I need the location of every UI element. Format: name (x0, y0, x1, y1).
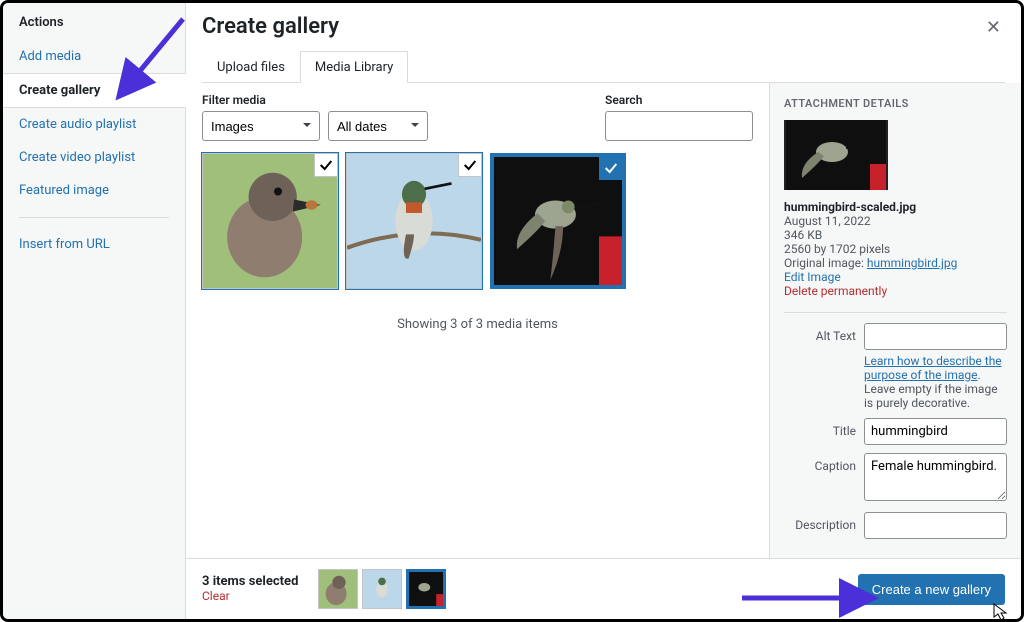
edit-image-link[interactable]: Edit Image (784, 270, 841, 284)
tabs: Upload files Media Library (202, 50, 1005, 83)
alt-text-hint-link[interactable]: Learn how to describe the purpose of the… (864, 354, 1002, 382)
title-label: Title (784, 418, 856, 438)
showing-count: Showing 3 of 3 media items (202, 317, 753, 332)
page-title: Create gallery (202, 13, 339, 42)
media-thumb-1[interactable] (202, 153, 338, 289)
create-new-gallery-button[interactable]: Create a new gallery (858, 574, 1005, 605)
sidebar-item-create-audio-playlist[interactable]: Create audio playlist (3, 108, 185, 141)
caption-label: Caption (784, 453, 856, 473)
attachment-filename: hummingbird-scaled.jpg (784, 200, 1007, 214)
search-label: Search (605, 93, 753, 107)
main-panel: Create gallery ✕ Upload files Media Libr… (186, 3, 1021, 619)
search-input[interactable] (605, 111, 753, 141)
filter-type-select[interactable]: Images (202, 111, 320, 141)
media-browser: Filter media Images All dates Search (186, 83, 769, 558)
description-input[interactable] (864, 512, 1007, 539)
filter-media-label: Filter media (202, 93, 428, 107)
description-label: Description (784, 512, 856, 532)
footer-toolbar: 3 items selected Clear Create a new gall… (186, 558, 1021, 619)
tab-upload-files[interactable]: Upload files (202, 51, 300, 83)
caption-input[interactable]: Female hummingbird. (864, 453, 1007, 501)
sidebar-item-add-media[interactable]: Add media (3, 40, 185, 73)
close-icon: ✕ (986, 17, 1001, 38)
selected-check-icon (599, 156, 623, 180)
attachment-original: Original image: hummingbird.jpg (784, 256, 1007, 270)
delete-permanently-link[interactable]: Delete permanently (784, 284, 887, 298)
media-grid (202, 153, 753, 289)
sidebar-item-insert-from-url[interactable]: Insert from URL (3, 228, 185, 261)
attachment-details: ATTACHMENT DETAILS hummingbird-scaled.jp… (769, 83, 1021, 558)
mini-thumb-3[interactable] (406, 569, 446, 609)
attachment-preview (784, 120, 888, 190)
tab-media-library[interactable]: Media Library (300, 51, 408, 83)
attachment-date: August 11, 2022 (784, 214, 1007, 228)
clear-selection-link[interactable]: Clear (202, 589, 230, 603)
selected-check-icon (314, 153, 338, 177)
selected-check-icon (458, 153, 482, 177)
sidebar-item-featured-image[interactable]: Featured image (3, 174, 185, 207)
attachment-dimensions: 2560 by 1702 pixels (784, 242, 1007, 256)
attachment-size: 346 KB (784, 228, 1007, 242)
alt-text-input[interactable] (864, 323, 1007, 350)
close-button[interactable]: ✕ (982, 13, 1005, 42)
sidebar-item-create-gallery[interactable]: Create gallery (3, 73, 186, 108)
alt-text-hint: Learn how to describe the purpose of the… (864, 354, 1007, 410)
selected-mini-thumbs (318, 569, 446, 609)
sidebar-divider (19, 217, 169, 218)
selected-count: 3 items selected (202, 574, 298, 589)
original-image-link[interactable]: hummingbird.jpg (867, 256, 957, 270)
title-input[interactable] (864, 418, 1007, 445)
mini-thumb-1[interactable] (318, 569, 358, 609)
actions-sidebar: Actions Add media Create gallery Create … (3, 3, 186, 619)
media-thumb-2[interactable] (346, 153, 482, 289)
attachment-details-title: ATTACHMENT DETAILS (784, 97, 1007, 110)
filter-date-select[interactable]: All dates (328, 111, 428, 141)
mini-thumb-2[interactable] (362, 569, 402, 609)
alt-text-label: Alt Text (784, 323, 856, 343)
sidebar-title: Actions (3, 15, 185, 40)
media-thumb-3[interactable] (490, 153, 626, 289)
sidebar-item-create-video-playlist[interactable]: Create video playlist (3, 141, 185, 174)
